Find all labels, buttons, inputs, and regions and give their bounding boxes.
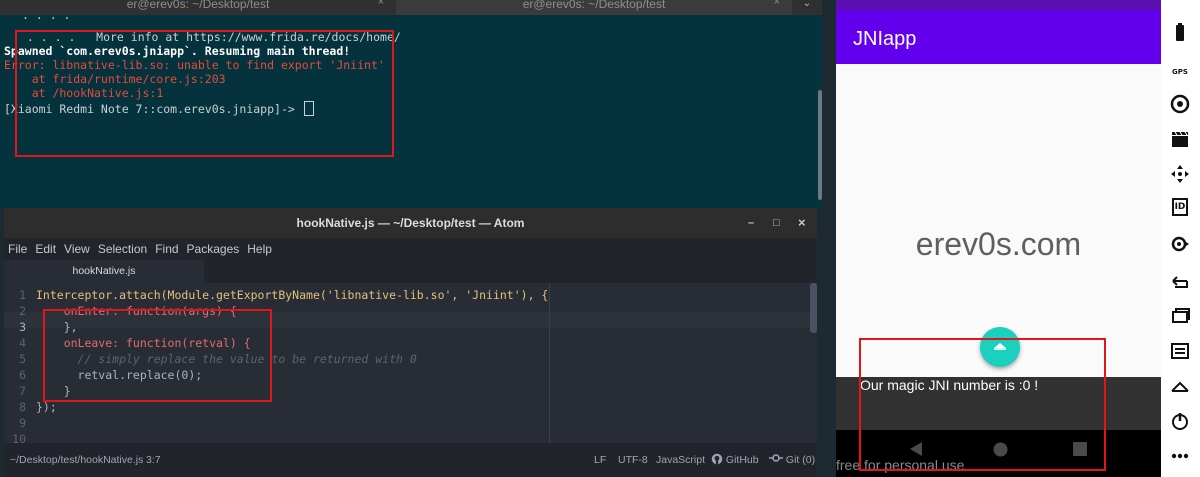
menu-file[interactable]: File <box>4 238 31 260</box>
emulator-toolbar: GPS ID <box>1161 0 1200 477</box>
menu-view[interactable]: View <box>60 238 94 260</box>
terminal-scrollbar[interactable] <box>818 90 822 200</box>
maximize-icon[interactable]: □ <box>773 208 780 238</box>
window-icon[interactable] <box>1169 305 1191 327</box>
dpad-icon[interactable] <box>1169 163 1191 185</box>
terminal-tab-1-title: er@erev0s: ~/Desktop/test <box>126 0 270 11</box>
terminal-tab-2[interactable]: er@erev0s: ~/Desktop/test × <box>396 0 792 15</box>
code-line: }); <box>36 400 57 414</box>
rotate-icon[interactable] <box>1169 271 1191 293</box>
editor-scrollbar[interactable] <box>810 283 817 333</box>
status-bar <box>836 0 1161 10</box>
status-github[interactable]: GitHub <box>711 443 759 477</box>
window-title: hookNative.js — ~/Desktop/test — Atom <box>296 216 525 230</box>
highlight-box <box>859 338 1106 471</box>
chevron-down-icon[interactable]: ⌄ <box>792 0 822 15</box>
line-number: 3 <box>19 320 26 334</box>
camera-icon[interactable] <box>1169 93 1191 115</box>
github-icon <box>711 453 723 465</box>
terminal-tab-2-title: er@erev0s: ~/Desktop/test <box>522 0 666 11</box>
minimize-icon[interactable]: – <box>748 208 754 238</box>
menu-selection[interactable]: Selection <box>94 238 151 260</box>
more-icon[interactable] <box>1169 445 1191 467</box>
clapper-icon[interactable] <box>1169 128 1191 150</box>
menu-edit[interactable]: Edit <box>31 238 60 260</box>
menu-find[interactable]: Find <box>151 238 182 260</box>
menu-help[interactable]: Help <box>243 238 276 260</box>
highlight-box <box>43 309 272 402</box>
battery-icon[interactable] <box>1169 22 1191 44</box>
line-number: 7 <box>19 384 26 398</box>
fingerprint-icon[interactable] <box>1169 233 1191 255</box>
status-cursor-position[interactable]: 3:7 <box>146 443 161 477</box>
app-title: JNIapp <box>853 28 917 50</box>
terminal-tab-1[interactable]: er@erev0s: ~/Desktop/test × <box>0 0 396 15</box>
home-icon[interactable] <box>1169 375 1191 397</box>
code-line: Interceptor.attach(Module.getExportByNam… <box>36 288 549 302</box>
git-label: Git (0) <box>785 454 816 466</box>
status-encoding[interactable]: UTF-8 <box>618 443 648 477</box>
menu-packages[interactable]: Packages <box>183 238 244 260</box>
git-commit-icon <box>769 454 783 462</box>
status-grammar[interactable]: JavaScript <box>656 443 705 477</box>
highlight-box <box>15 30 394 157</box>
wrap-guide <box>549 283 550 443</box>
github-label: GitHub <box>725 454 759 466</box>
close-icon[interactable]: × <box>798 208 806 238</box>
editor-tab-hooknative[interactable]: hookNative.js <box>4 260 204 283</box>
line-number: 6 <box>19 368 26 382</box>
status-file-path[interactable]: ~/Desktop/test/hookNative.js <box>10 443 143 477</box>
line-number: 9 <box>19 416 26 430</box>
close-icon[interactable]: × <box>378 0 384 8</box>
menu-icon[interactable] <box>1169 340 1191 362</box>
editor-tab-bar: hookNative.js <box>4 260 817 283</box>
line-number: 5 <box>19 352 26 366</box>
atom-title-bar: hookNative.js — ~/Desktop/test — Atom – … <box>4 208 817 238</box>
terminal-tab-bar: er@erev0s: ~/Desktop/test × er@erev0s: ~… <box>0 0 822 15</box>
line-number: 2 <box>19 304 26 318</box>
app-bar: JNIapp <box>836 0 1161 64</box>
line-number: 4 <box>19 336 26 350</box>
status-bar: ~/Desktop/test/hookNative.js 3:7 LF UTF-… <box>4 443 817 477</box>
terminal-line: . . . . <box>22 15 71 22</box>
status-git[interactable]: Git (0) <box>769 443 815 477</box>
close-icon[interactable]: × <box>774 0 780 8</box>
id-icon[interactable]: ID <box>1172 198 1188 216</box>
line-number: 8 <box>19 400 26 414</box>
power-icon[interactable] <box>1169 410 1191 432</box>
menu-bar: File Edit View Selection Find Packages H… <box>4 238 817 260</box>
status-line-ending[interactable]: LF <box>594 443 606 477</box>
gps-icon[interactable]: GPS <box>1169 61 1191 83</box>
domain-text: erev0s.com <box>915 226 1082 262</box>
line-number: 1 <box>19 288 26 302</box>
